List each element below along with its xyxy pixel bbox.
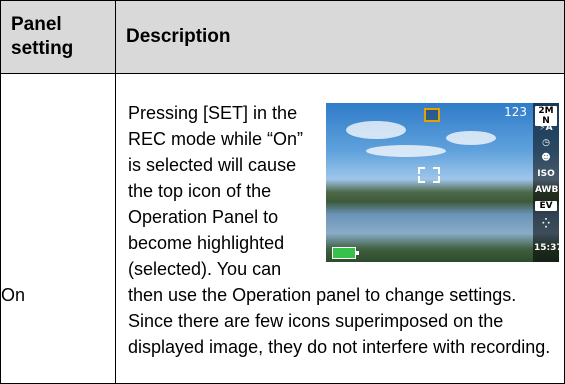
remaining-shots: 123 xyxy=(504,105,527,119)
exposure-compensation-icon: EV xyxy=(535,201,557,211)
face-detection-icon: ☻ xyxy=(541,153,551,163)
focus-frame-icon xyxy=(418,167,440,183)
self-timer-icon: ◷ xyxy=(542,138,550,148)
header-panel-setting-label: Panel setting xyxy=(11,14,74,59)
iso-icon: ISO xyxy=(537,169,555,179)
metering-icon: ⁛ xyxy=(542,219,550,229)
setting-value: On xyxy=(1,285,26,305)
description-cell: 123 2M N ⚡A ◷ ☻ ISO AWB EV ⁛ 15:37 xyxy=(115,73,565,384)
white-balance-icon: AWB xyxy=(535,185,559,195)
operation-panel: 2M N ⚡A ◷ ☻ ISO AWB EV ⁛ 15:37 xyxy=(533,103,559,262)
table-row: On 123 2M N ⚡A ◷ ☻ ISO AWB EV ⁛ 15:3 Pre… xyxy=(0,73,565,384)
setting-cell: On xyxy=(0,73,116,384)
camera-monitor-image: 123 2M N ⚡A ◷ ☻ ISO AWB EV ⁛ 15:37 xyxy=(326,103,559,262)
header-description-label: Description xyxy=(126,26,231,47)
settings-table: Panel setting Description On 123 2M N ⚡A… xyxy=(0,0,565,384)
cloud-shape xyxy=(346,121,406,139)
battery-icon xyxy=(332,247,359,259)
header-description: Description xyxy=(115,0,565,74)
shooting-mode-icon xyxy=(424,108,440,122)
clock-time: 15:37 xyxy=(534,243,559,253)
flash-icon: ⚡A xyxy=(539,123,553,133)
cloud-shape xyxy=(446,131,496,145)
header-panel-setting: Panel setting xyxy=(0,0,116,74)
cloud-shape xyxy=(366,145,446,157)
table-header-row: Panel setting Description xyxy=(0,0,565,74)
